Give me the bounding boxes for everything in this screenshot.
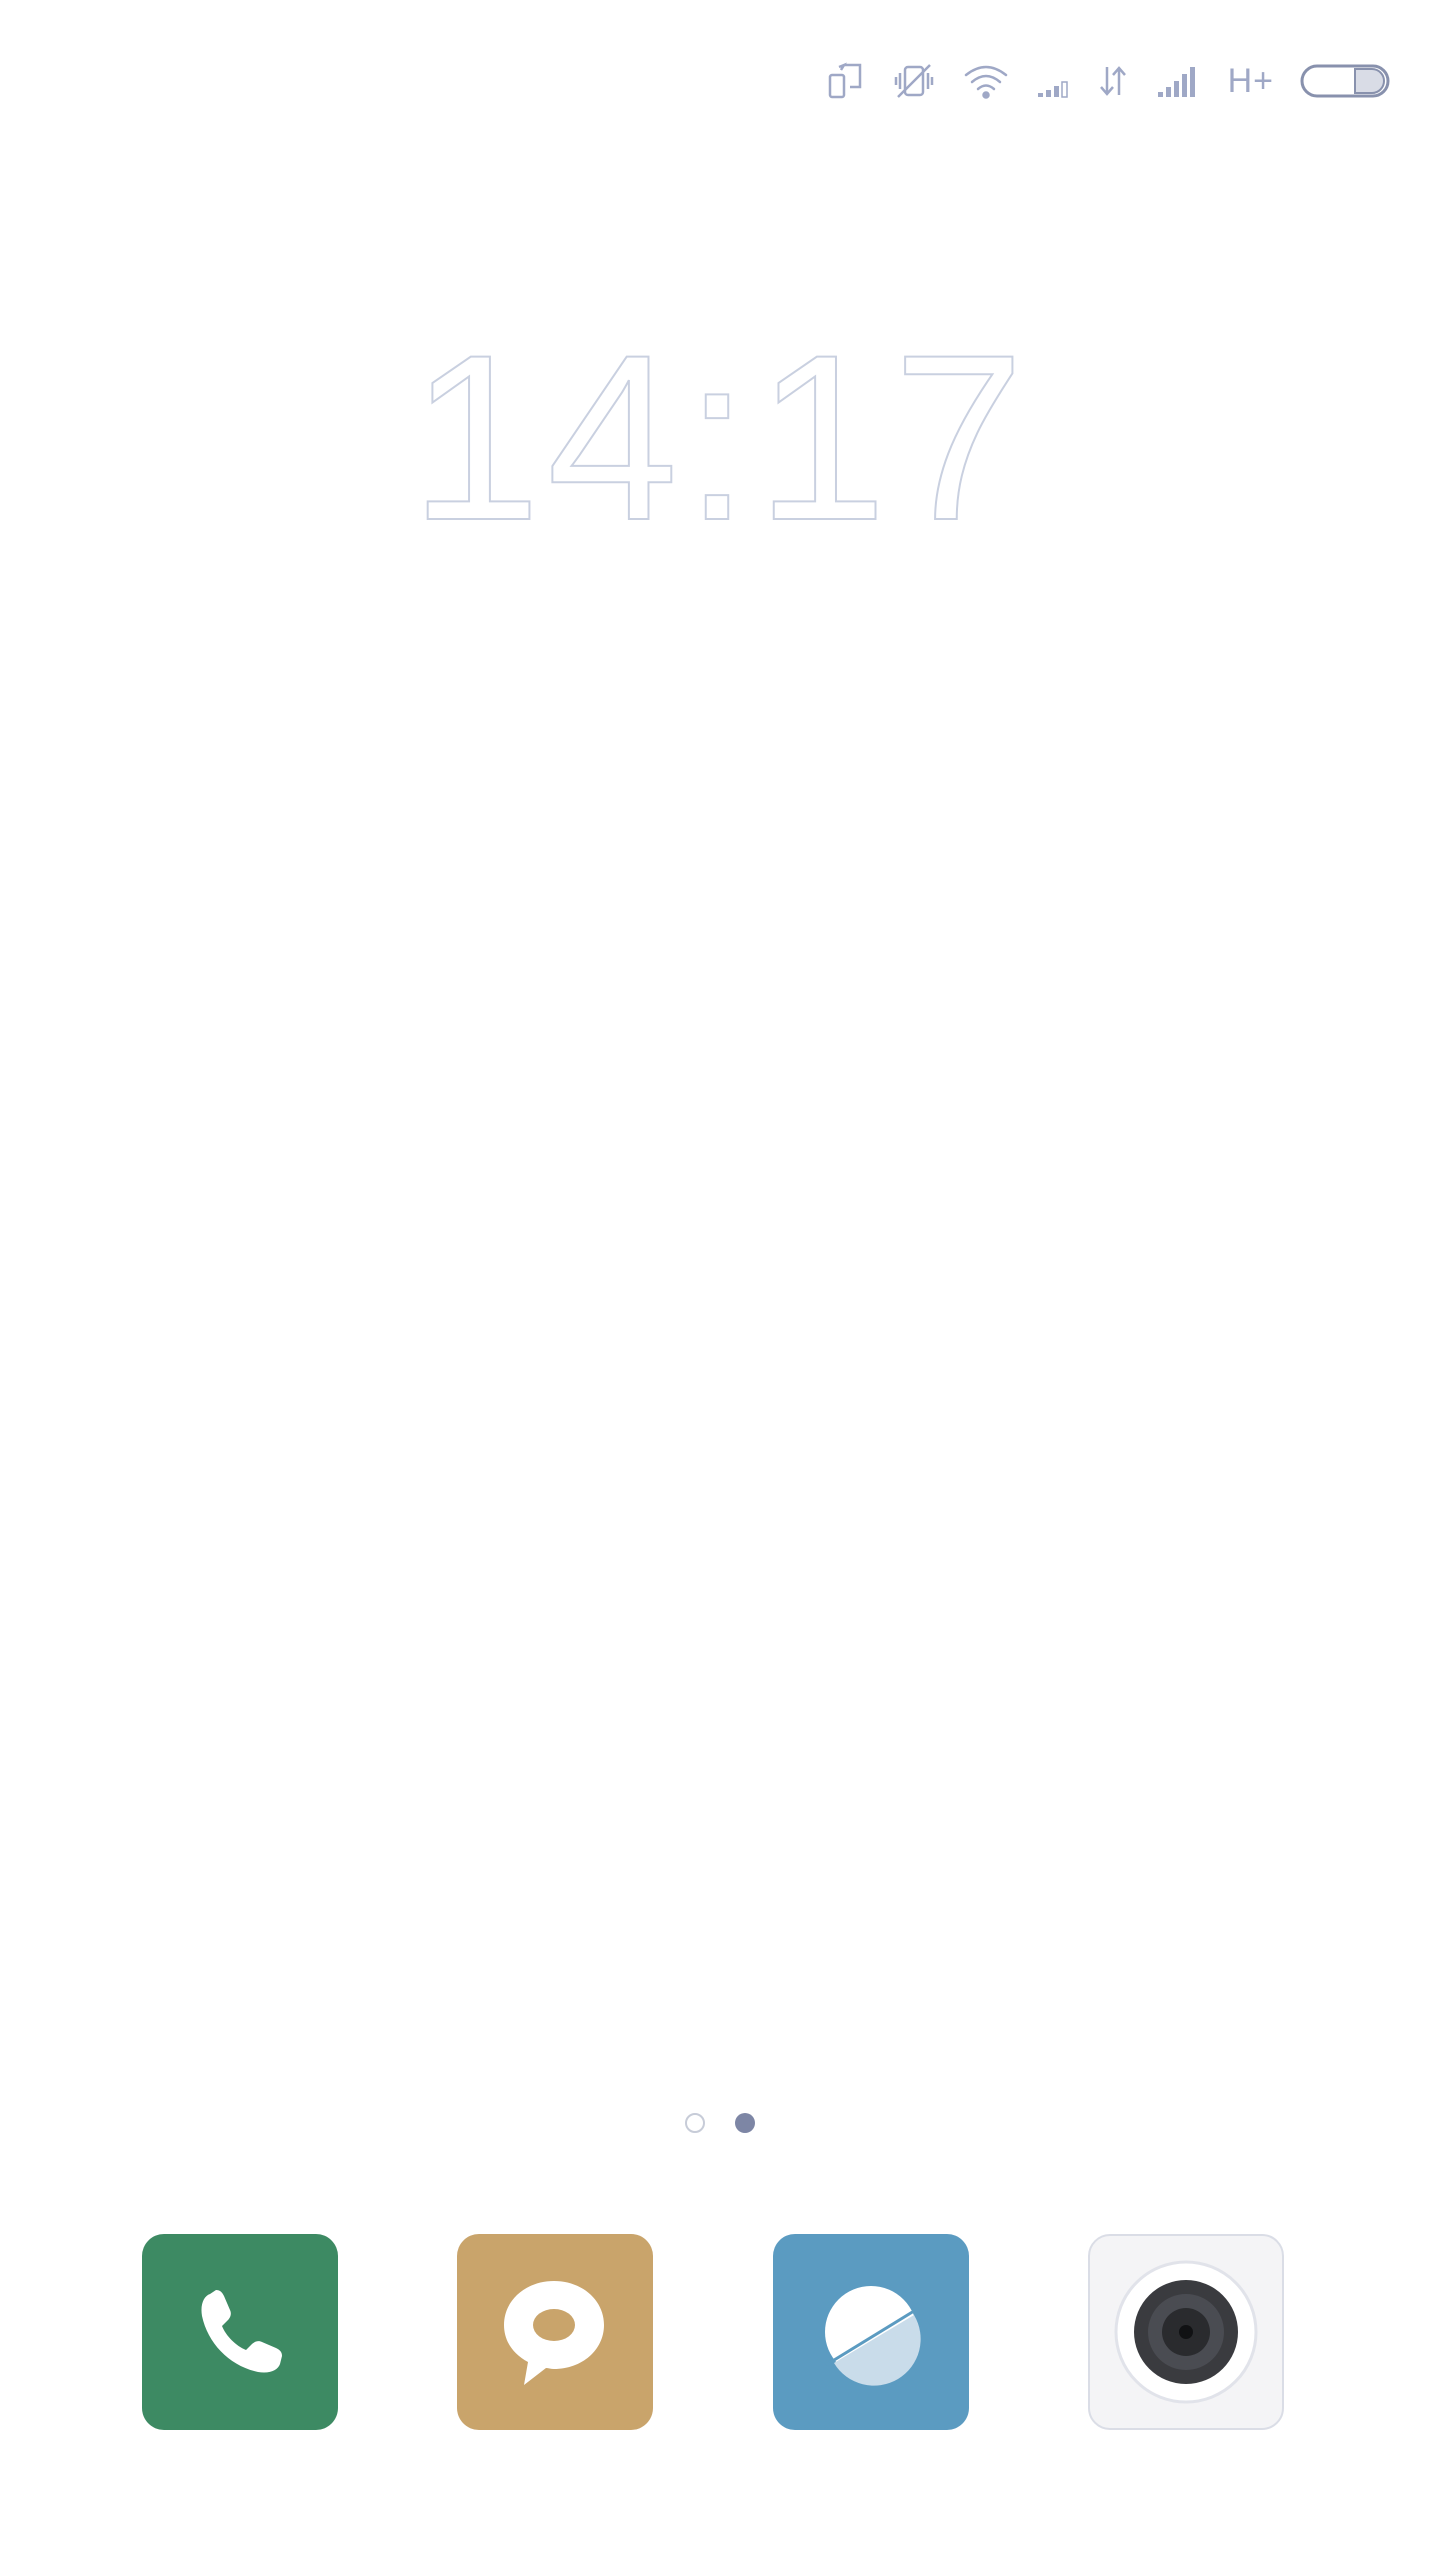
- dock: [0, 2234, 1440, 2434]
- signal-weak-icon: [1036, 56, 1070, 106]
- browser-icon: [825, 2286, 921, 2386]
- network-type-label: H+: [1227, 61, 1274, 100]
- battery-icon: [1300, 56, 1392, 106]
- status-bar: H+: [826, 56, 1392, 106]
- camera-icon: [1114, 2260, 1258, 2404]
- browser-app-button[interactable]: [773, 2234, 969, 2430]
- clock-time: 14:17: [409, 306, 1031, 570]
- page-indicator[interactable]: [0, 2113, 1440, 2133]
- camera-app-button[interactable]: [1088, 2234, 1284, 2430]
- phone-icon: [201, 2290, 282, 2373]
- data-transfer-icon: [1096, 56, 1130, 106]
- signal-full-icon: [1156, 56, 1202, 106]
- messages-app-button[interactable]: [457, 2234, 653, 2430]
- vibrate-off-icon: [892, 56, 936, 106]
- messages-icon: [504, 2281, 604, 2385]
- phone-app-button[interactable]: [142, 2234, 338, 2430]
- page-dot-1[interactable]: [685, 2113, 705, 2133]
- wifi-icon: [962, 56, 1010, 106]
- screen-rotation-icon: [826, 56, 866, 106]
- home-screen: H+ 14:17: [0, 0, 1440, 2560]
- page-dot-2[interactable]: [735, 2113, 755, 2133]
